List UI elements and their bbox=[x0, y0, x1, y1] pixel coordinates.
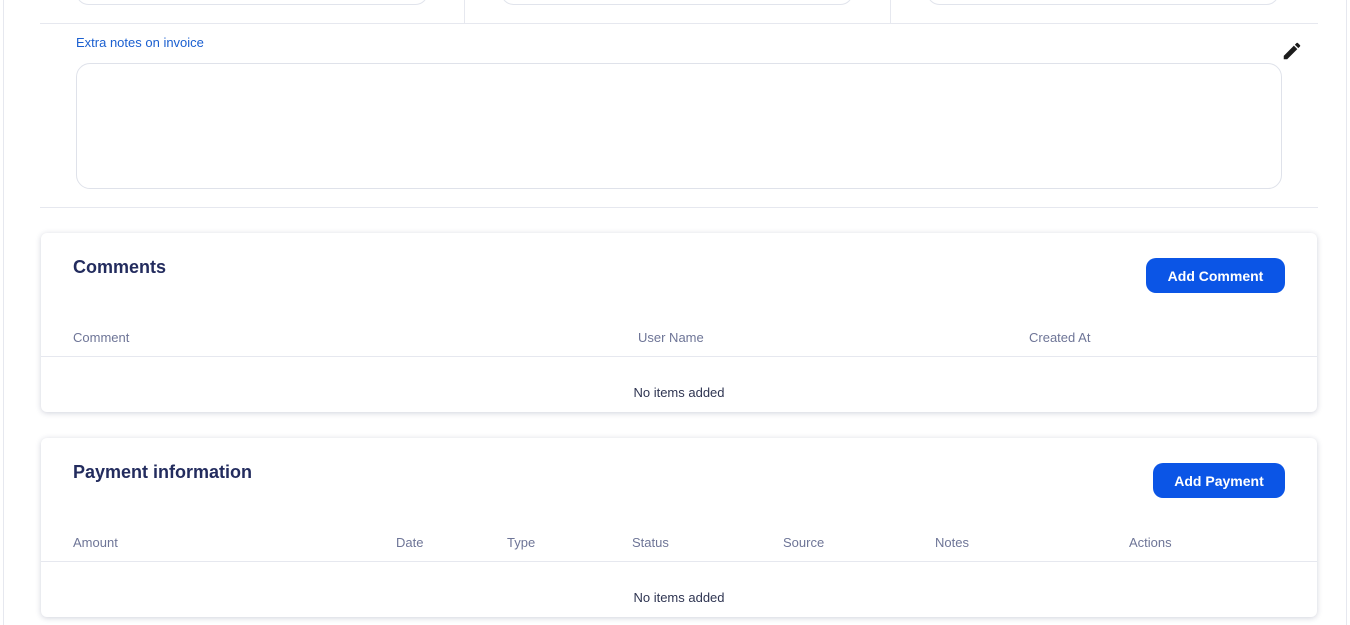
top-column-2 bbox=[465, 0, 891, 24]
top-field-2[interactable] bbox=[501, 0, 853, 5]
top-column-3 bbox=[891, 0, 1318, 24]
section-divider bbox=[40, 207, 1318, 208]
payment-information-card: Payment information Add Payment Amount D… bbox=[41, 438, 1317, 617]
payments-table-header: Amount Date Type Status Source Notes Act… bbox=[41, 532, 1317, 562]
column-header-status: Status bbox=[632, 535, 669, 550]
column-header-comment: Comment bbox=[73, 330, 130, 345]
top-field-3[interactable] bbox=[927, 0, 1279, 5]
column-header-user-name: User Name bbox=[638, 330, 704, 345]
column-header-notes: Notes bbox=[935, 535, 969, 550]
column-header-created-at: Created At bbox=[1029, 330, 1091, 345]
extra-notes-textarea[interactable] bbox=[76, 63, 1282, 189]
extra-notes-label: Extra notes on invoice bbox=[76, 35, 204, 50]
comments-empty-message: No items added bbox=[633, 385, 725, 400]
top-column-1 bbox=[40, 0, 465, 24]
comments-table-header: Comment User Name Created At bbox=[41, 327, 1317, 357]
column-header-amount: Amount bbox=[73, 535, 118, 550]
top-field-1[interactable] bbox=[76, 0, 428, 5]
column-header-date: Date bbox=[396, 535, 424, 550]
comments-card: Comments Add Comment Comment User Name C… bbox=[41, 233, 1317, 412]
top-field-row bbox=[40, 0, 1318, 24]
page-frame: Extra notes on invoice Comments Add Comm… bbox=[3, 0, 1347, 625]
column-header-source: Source bbox=[783, 535, 825, 550]
column-header-actions: Actions bbox=[1129, 535, 1172, 550]
comments-title: Comments bbox=[73, 257, 167, 277]
payment-information-title: Payment information bbox=[73, 462, 253, 482]
payments-empty-message: No items added bbox=[633, 590, 725, 605]
pencil-icon[interactable] bbox=[1281, 40, 1303, 62]
column-header-type: Type bbox=[507, 535, 536, 550]
add-comment-button[interactable]: Add Comment bbox=[1146, 258, 1285, 293]
add-payment-button[interactable]: Add Payment bbox=[1153, 463, 1285, 498]
